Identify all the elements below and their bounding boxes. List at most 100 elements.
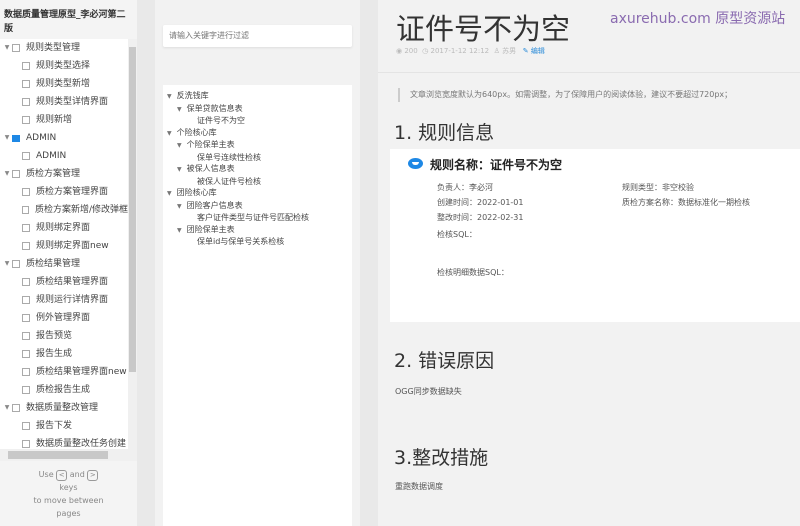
expand-arrow-icon[interactable]: ▼: [2, 165, 12, 183]
brand-watermark: axurehub.com 原型资源站: [610, 11, 786, 27]
rule-type: 规则类型：非空校验: [622, 183, 694, 192]
filter-tree-node[interactable]: 保单号连续性检核: [163, 152, 352, 164]
sidebar-item[interactable]: 规则绑定界面new: [0, 237, 128, 255]
article-meta: ◉ 200 ◷ 2017-1-12 12:12 ♙ 苏男 ✎ 编辑: [396, 46, 545, 56]
horizontal-scrollbar[interactable]: [0, 449, 137, 461]
hint-text: Use: [38, 470, 54, 479]
sidebar-item[interactable]: ▼ ADMIN: [0, 129, 128, 147]
expand-arrow-icon[interactable]: ▼: [167, 93, 172, 100]
expand-arrow-icon[interactable]: ▼: [177, 106, 182, 113]
hint-text: to move between: [33, 496, 104, 505]
sidebar-item[interactable]: 规则类型新增: [0, 75, 128, 93]
expand-arrow-icon[interactable]: ▼: [177, 166, 182, 173]
rule-created: 创建时间：2022-01-01: [437, 198, 524, 207]
sidebar-item[interactable]: 质检方案新增/修改弹框: [0, 201, 128, 219]
node-label: 被保人证件号检核: [197, 176, 261, 186]
sidebar-item-label: 质检方案管理界面: [36, 187, 109, 197]
expand-arrow-icon[interactable]: ▼: [2, 399, 12, 417]
filter-tree-node[interactable]: 证件号不为空: [163, 115, 352, 127]
sidebar-item[interactable]: ▼ 数据质量整改管理: [0, 399, 128, 417]
section-heading-rule-info: 1. 规则信息: [394, 122, 495, 144]
sidebar-item-label: 报告生成: [36, 349, 73, 359]
page-icon: [22, 242, 30, 250]
filter-tree-node[interactable]: ▼ 团险保单主表: [163, 224, 352, 237]
views-count: 200: [404, 47, 418, 55]
expand-arrow-icon[interactable]: ▼: [2, 129, 12, 147]
expand-arrow-icon[interactable]: ▼: [2, 39, 12, 57]
sidebar-item[interactable]: ▼ 规则类型管理: [0, 39, 128, 57]
page-icon: [12, 44, 20, 52]
sidebar-item[interactable]: ▼ 质检方案管理: [0, 165, 128, 183]
sidebar-item[interactable]: 报告生成: [0, 345, 128, 363]
sidebar-item[interactable]: 质检结果管理界面: [0, 273, 128, 291]
filter-tree-node[interactable]: ▼ 反洗钱库: [163, 90, 352, 103]
sidebar-item-label: 规则类型选择: [36, 61, 91, 71]
page-icon: [22, 98, 30, 106]
notice-quote: 文章浏览宽度默认为640px。如需调整，为了保障用户的阅读体验，建议不要超过72…: [398, 88, 732, 102]
author: 苏男: [502, 47, 517, 55]
rule-plan: 质检方案名称：数据标准化一期检核: [622, 198, 750, 207]
page-icon: [22, 314, 30, 322]
section-heading-measures: 3.整改措施: [394, 447, 489, 469]
sidebar-item-label: 规则类型新增: [36, 79, 91, 89]
expand-arrow-icon[interactable]: ▼: [2, 255, 12, 273]
filter-tree: ▼ 反洗钱库 ▼ 保单贷款信息表 证件号不为空 ▼ 个险核心库 ▼ 个险保单主表 保单号连续性检核…: [163, 85, 352, 526]
filter-tree-node[interactable]: ▼ 保单贷款信息表: [163, 103, 352, 116]
prev-key-icon: <: [56, 470, 68, 481]
sidebar-item-label: 质检结果管理界面new: [36, 367, 127, 377]
node-label: 团险客户信息表: [186, 200, 243, 210]
sidebar-item[interactable]: 质检结果管理界面new: [0, 363, 128, 381]
sidebar-item[interactable]: 规则类型详情界面: [0, 93, 128, 111]
hint-text: and: [69, 470, 85, 479]
filter-tree-node[interactable]: 客户证件类型与证件号匹配检核: [163, 212, 352, 224]
filter-tree-node[interactable]: 保单id与保单号关系检核: [163, 236, 352, 248]
filter-tree-node[interactable]: ▼ 团险核心库: [163, 187, 352, 200]
expand-arrow-icon[interactable]: ▼: [167, 190, 172, 197]
measures-text: 重跑数据调度: [395, 482, 443, 491]
page-icon: [22, 62, 30, 70]
sidebar-item[interactable]: 报告预览: [0, 327, 128, 345]
rule-owner: 负责人：李必河: [437, 183, 493, 192]
sidebar-item[interactable]: 规则运行详情界面: [0, 291, 128, 309]
sidebar-item[interactable]: 数据质量整改任务创建: [0, 435, 128, 449]
sidebar-item-label: ADMIN: [36, 151, 67, 161]
sidebar-item[interactable]: 质检报告生成: [0, 381, 128, 399]
next-key-icon: >: [87, 470, 99, 481]
sidebar-item[interactable]: 例外管理界面: [0, 309, 128, 327]
sidebar-item[interactable]: 报告下发: [0, 417, 128, 435]
sidebar-item[interactable]: 规则类型选择: [0, 57, 128, 75]
node-label: 个险核心库: [176, 127, 217, 137]
expand-arrow-icon[interactable]: ▼: [177, 227, 182, 234]
filter-input[interactable]: [163, 25, 352, 47]
page-title: 证件号不为空: [396, 12, 571, 46]
sidebar-item-label: 数据质量整改管理: [26, 403, 99, 413]
edit-link[interactable]: ✎ 编辑: [523, 47, 545, 55]
scroll-thumb[interactable]: [129, 47, 136, 372]
sidebar-item-label: 质检结果管理: [26, 259, 81, 269]
sidebar-item-label: 数据质量整改任务创建: [36, 439, 127, 449]
vertical-scrollbar[interactable]: [128, 39, 137, 449]
scroll-thumb[interactable]: [8, 451, 108, 459]
sidebar-item[interactable]: 规则新增: [0, 111, 128, 129]
filter-tree-node[interactable]: ▼ 个险保单主表: [163, 139, 352, 152]
page-icon: [22, 80, 30, 88]
expand-arrow-icon[interactable]: ▼: [177, 203, 182, 210]
filter-tree-node[interactable]: ▼ 团险客户信息表: [163, 200, 352, 213]
sidebar-item[interactable]: ▼ 质检结果管理: [0, 255, 128, 273]
sidebar-item[interactable]: ADMIN: [0, 147, 128, 165]
sidebar-item[interactable]: 质检方案管理界面: [0, 183, 128, 201]
eye-icon: ◉: [396, 47, 403, 55]
node-label: 保单id与保单号关系检核: [197, 237, 285, 246]
page-tree: ▼ 规则类型管理规则类型选择 规则类型新增规则类型详情界面 规则新增 ▼ ADMIN ADM…: [0, 39, 128, 449]
page-icon: [22, 350, 30, 358]
expand-arrow-icon[interactable]: ▼: [177, 142, 182, 149]
page-icon: [22, 422, 30, 430]
filter-tree-node[interactable]: 被保人证件号检核: [163, 176, 352, 188]
sidebar-item[interactable]: 规则绑定界面: [0, 219, 128, 237]
hint-text: keys: [59, 483, 78, 492]
filter-tree-node[interactable]: ▼ 被保人信息表: [163, 163, 352, 176]
sidebar-item-label: 质检结果管理界面: [36, 277, 109, 287]
clock-icon: ◷: [422, 47, 429, 55]
filter-tree-node[interactable]: ▼ 个险核心库: [163, 127, 352, 140]
expand-arrow-icon[interactable]: ▼: [167, 130, 172, 137]
